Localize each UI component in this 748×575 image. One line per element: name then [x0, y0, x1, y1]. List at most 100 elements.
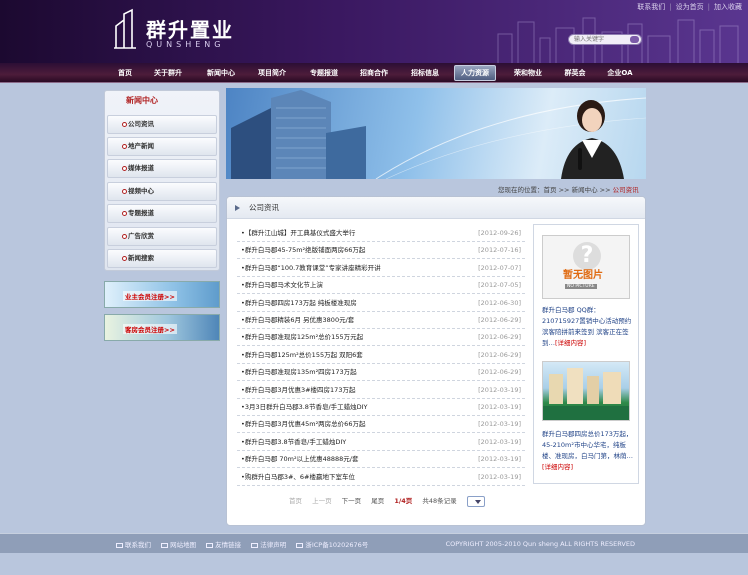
nav-oa[interactable]: 企业OA — [600, 63, 640, 83]
news-date: [2012-03-19] — [478, 403, 521, 411]
breadcrumb-section[interactable]: 新闻中心 — [572, 186, 598, 194]
license-icon — [296, 542, 304, 548]
news-date: [2012-06-29] — [478, 316, 521, 324]
estate-photo[interactable] — [542, 361, 630, 421]
set-homepage-link[interactable]: 设为首页 — [676, 3, 704, 11]
search-box — [568, 34, 642, 45]
sidebar-item-video[interactable]: 视频中心 — [107, 182, 217, 201]
nav-property[interactable]: 荣和物业 — [506, 63, 550, 83]
sitemap-icon — [161, 542, 169, 548]
breadcrumb-home[interactable]: 首页 — [544, 186, 557, 194]
news-item[interactable]: •群升白马郡四房173万起 纯板楼准现房 [2012-06-30] — [237, 295, 525, 312]
footer-link-contact[interactable]: 联系我们 — [116, 541, 151, 549]
sidebar-item-features[interactable]: 专题报道 — [107, 204, 217, 223]
news-title[interactable]: •群升白马郡准现房125m²总价155万元起 — [241, 329, 363, 345]
news-title[interactable]: •购群升白马郡3#、6#楼赢地下室车位 — [241, 469, 355, 485]
news-date: [2012-06-29] — [478, 351, 521, 359]
news-title[interactable]: •群升白马郡45-75m²绝版铺面两房66万起 — [241, 242, 365, 258]
footer-link-sitemap[interactable]: 网站地图 — [161, 541, 196, 549]
bullet-icon — [122, 256, 127, 261]
news-item[interactable]: •购群升白马郡3#、6#楼赢地下室车位 [2012-03-19] — [237, 469, 525, 486]
news-title[interactable]: •群升白马郡“100.7教育课堂”专家讲座精彩开讲 — [241, 260, 381, 276]
nav-club[interactable]: 群英会 — [558, 63, 592, 83]
news-title[interactable]: •群升白马郡准现房135m²四房173万起 — [241, 364, 357, 380]
feature-text-body[interactable]: 群升白马郡四房总价173万起，45-210m²市中心华宅，纯板楼、准现房，白马门… — [542, 430, 633, 460]
sidebar-item-label: 新闻搜索 — [128, 254, 154, 262]
footer-link-label: 联系我们 — [125, 541, 151, 549]
page-select[interactable] — [466, 495, 485, 507]
nav-features[interactable]: 专题报道 — [302, 63, 346, 83]
document-icon — [251, 542, 259, 548]
news-item[interactable]: •群升白马郡准现房135m²四房173万起 [2012-06-29] — [237, 364, 525, 381]
news-title[interactable]: •【群升江山城】开工典基仪式盛大举行 — [241, 225, 355, 241]
search-button[interactable] — [630, 36, 639, 43]
add-favorite-link[interactable]: 加入收藏 — [714, 3, 742, 11]
banner-label: 客房会员注册>> — [123, 324, 177, 334]
news-item[interactable]: •群升白马郡准现房125m²总价155万元起 [2012-06-29] — [237, 329, 525, 346]
more-link[interactable]: [详细内容] — [542, 463, 573, 471]
news-item[interactable]: •群升白马郡 70m²以上优惠48888元/套 [2012-03-19] — [237, 451, 525, 468]
breadcrumb-sep: >> — [599, 186, 611, 194]
nav-home[interactable]: 首页 — [110, 63, 140, 83]
news-date: [2012-03-19] — [478, 420, 521, 428]
news-title[interactable]: •3月3日群升白马郡3.8节香皂/手工蜡烛DIY — [241, 399, 368, 415]
guest-register-banner[interactable]: 客房会员注册>> — [104, 314, 220, 341]
nav-tender[interactable]: 招标信息 — [403, 63, 447, 83]
news-title[interactable]: •群升白马郡马术文化节上演 — [241, 277, 323, 293]
panel-title: 公司资讯 — [249, 203, 279, 212]
separator: | — [707, 3, 710, 11]
search-input[interactable] — [569, 35, 627, 44]
nav-hr[interactable]: 人力资源 — [454, 65, 496, 81]
news-item[interactable]: •群升白马郡“100.7教育课堂”专家讲座精彩开讲 [2012-07-07] — [237, 260, 525, 277]
footer-link-friends[interactable]: 友情链接 — [206, 541, 241, 549]
pager-last[interactable]: 尾页 — [371, 497, 384, 505]
nav-business[interactable]: 招商合作 — [352, 63, 396, 83]
contact-link[interactable]: 联系我们 — [637, 3, 665, 11]
news-item[interactable]: •群升白马郡3.8节香皂/手工蜡烛DIY [2012-03-19] — [237, 434, 525, 451]
sidebar-item-company-news[interactable]: 公司资讯 — [107, 115, 217, 134]
news-title[interactable]: •群升白马郡125m²总价155万起 双阳6套 — [241, 347, 363, 363]
sidebar-item-media[interactable]: 媒体报道 — [107, 159, 217, 178]
news-title[interactable]: •群升白马郡3.8节香皂/手工蜡烛DIY — [241, 434, 346, 450]
brand-name[interactable]: 群升置业 — [146, 14, 234, 43]
no-picture-label: 暂无图片 — [563, 270, 603, 281]
news-title[interactable]: •群升白马郡3月优惠3#楼四房173万起 — [241, 382, 355, 398]
news-title[interactable]: •群升白马郡精装6月 另优惠3800元/套 — [241, 312, 354, 328]
bullet-icon — [122, 144, 127, 149]
news-item[interactable]: •群升白马郡精装6月 另优惠3800元/套 [2012-06-29] — [237, 312, 525, 329]
pager-prev[interactable]: 上一页 — [312, 497, 332, 505]
news-title[interactable]: •群升白马郡 70m²以上优惠48888元/套 — [241, 451, 358, 467]
news-title[interactable]: •群升白马郡3月优惠45m²两房总价66万起 — [241, 416, 365, 432]
news-item[interactable]: •群升白马郡马术文化节上演 [2012-07-05] — [237, 277, 525, 294]
sidebar-item-search[interactable]: 新闻搜索 — [107, 249, 217, 268]
sidebar-item-ads[interactable]: 广告欣赏 — [107, 227, 217, 246]
pager-next[interactable]: 下一页 — [342, 497, 362, 505]
panel-header: 公司资讯 — [227, 197, 645, 219]
nav-news[interactable]: 新闻中心 — [199, 63, 243, 83]
news-item[interactable]: •3月3日群升白马郡3.8节香皂/手工蜡烛DIY [2012-03-19] — [237, 399, 525, 416]
footer-link-legal[interactable]: 法律声明 — [251, 541, 286, 549]
owner-register-banner[interactable]: 业主会员注册>> — [104, 281, 220, 308]
footer-icp[interactable]: 浙ICP备10202676号 — [296, 541, 368, 549]
pager-first[interactable]: 首页 — [289, 497, 302, 505]
news-title[interactable]: •群升白马郡四房173万起 纯板楼准现房 — [241, 295, 357, 311]
sidebar-item-realestate-news[interactable]: 地产新闻 — [107, 137, 217, 156]
banner-label: 业主会员注册>> — [123, 291, 177, 301]
news-item[interactable]: •群升白马郡3月优惠45m²两房总价66万起 [2012-03-19] — [237, 416, 525, 433]
mail-icon — [116, 542, 123, 548]
news-date: [2012-07-07] — [478, 264, 521, 272]
no-picture-label-en: NO PICTURE — [565, 284, 597, 289]
city-business-illustration — [231, 90, 646, 179]
news-item[interactable]: •【群升江山城】开工典基仪式盛大举行 [2012-09-26] — [237, 225, 525, 242]
news-item[interactable]: •群升白马郡125m²总价155万起 双阳6套 [2012-06-29] — [237, 347, 525, 364]
bullet-icon — [122, 234, 127, 239]
nav-about[interactable]: 关于群升 — [146, 63, 190, 83]
footer-link-label: 法律声明 — [260, 541, 287, 549]
nav-projects[interactable]: 项目简介 — [250, 63, 294, 83]
more-link[interactable]: [详细内容] — [555, 339, 586, 347]
news-item[interactable]: •群升白马郡45-75m²绝版铺面两房66万起 [2012-07-16] — [237, 242, 525, 259]
no-picture-placeholder[interactable]: ? 暂无图片 NO PICTURE — [542, 235, 630, 299]
news-item[interactable]: •群升白马郡3月优惠3#楼四房173万起 [2012-03-19] — [237, 382, 525, 399]
estate-illustration — [543, 368, 629, 420]
sidebar-title: 新闻中心 — [126, 96, 158, 105]
